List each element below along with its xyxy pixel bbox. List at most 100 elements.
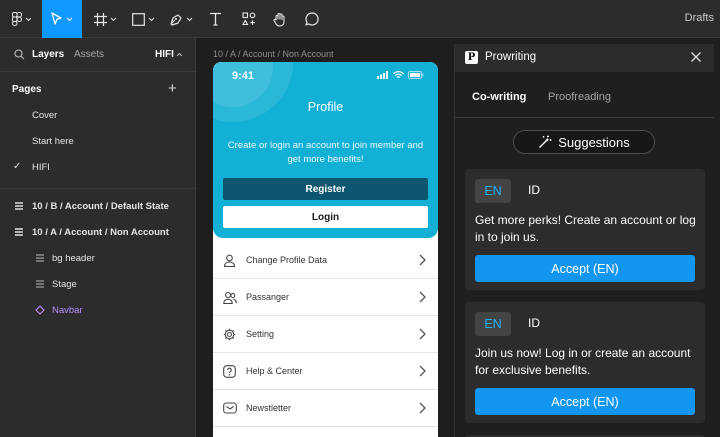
group-layer-icon <box>36 254 44 262</box>
suggestion-text: Get more perks! Create an account or log… <box>475 213 696 244</box>
frame-layer-icon <box>15 228 23 236</box>
lang-toggle-en[interactable]: EN <box>475 179 511 203</box>
shape-tool-icon <box>131 12 145 26</box>
resources-icon <box>242 12 256 26</box>
menu-item-label: Newstletter <box>246 403 292 413</box>
users-icon <box>223 291 237 304</box>
user-icon <box>223 254 236 267</box>
tab-layers[interactable]: Layers <box>32 49 64 60</box>
layer-item[interactable]: Navbar <box>52 305 83 316</box>
move-tool-button[interactable] <box>42 0 82 38</box>
phone-frame[interactable]: 9:41 Profile Create or login an account … <box>213 62 438 437</box>
chevron-down-icon <box>186 17 193 21</box>
layer-item[interactable]: bg header <box>52 253 95 264</box>
text-tool-icon <box>209 12 221 26</box>
suggestion-card: EN ID Get more perks! Create an account … <box>465 169 705 290</box>
register-button[interactable]: Register <box>223 178 428 200</box>
layer-item[interactable]: Stage <box>52 279 77 290</box>
status-icons <box>377 71 424 79</box>
suggestion-text: Join us now! Log in or create an account… <box>475 346 691 377</box>
help-icon <box>223 365 236 378</box>
tab-co-writing[interactable]: Co-writing <box>472 91 526 103</box>
pen-tool-icon <box>170 14 182 26</box>
lang-toggle-id[interactable]: ID <box>528 316 540 330</box>
subtitle: Create or login an account to join membe… <box>227 140 424 165</box>
suggestions-label: Suggestions <box>558 134 630 150</box>
chevron-down-icon <box>66 17 73 21</box>
suggestion-card: EN ID Join us now! Log in or create an a… <box>465 302 705 423</box>
page-select[interactable]: HIFI <box>155 49 174 60</box>
login-button[interactable]: Login <box>223 206 428 228</box>
chevron-right-icon <box>419 328 426 340</box>
comment-tool-button[interactable] <box>300 0 324 38</box>
lang-toggle-en[interactable]: EN <box>475 312 511 336</box>
menu-item-newsletter[interactable]: Newstletter <box>213 390 438 427</box>
frame-tool-button[interactable] <box>90 0 120 38</box>
layer-item[interactable]: 10 / A / Account / Non Account <box>32 227 169 238</box>
chevron-right-icon <box>419 365 426 377</box>
signal-icon <box>377 71 388 79</box>
plugin-tabs: Co-writing Proofreading <box>455 72 714 118</box>
figma-menu-button[interactable] <box>6 0 38 38</box>
prowriting-plugin-panel: P Prowriting Co-writing Proofreading Sug… <box>454 44 714 437</box>
page-item-cover[interactable]: Cover <box>32 110 57 121</box>
chevron-right-icon <box>419 254 426 266</box>
page-title: Profile <box>307 100 344 114</box>
layers-panel: Layers Assets HIFI Pages + Cover Start h… <box>0 38 196 437</box>
chevron-up-icon[interactable] <box>176 52 183 57</box>
accept-button[interactable]: Accept (EN) <box>475 388 695 415</box>
gear-icon <box>223 328 236 341</box>
menu-item-label: Change Profile Data <box>246 255 328 265</box>
divider <box>0 188 195 189</box>
menu-item-passanger[interactable]: Passanger <box>213 279 438 316</box>
prowriting-logo: P <box>465 51 478 64</box>
accept-button[interactable]: Accept (EN) <box>475 255 695 282</box>
pen-tool-button[interactable] <box>166 0 196 38</box>
chevron-right-icon <box>419 402 426 414</box>
chevron-down-icon <box>110 17 116 21</box>
mail-icon <box>223 402 237 414</box>
menu-item-change-profile[interactable]: Change Profile Data <box>213 242 438 279</box>
drafts-label[interactable]: Drafts <box>685 12 714 24</box>
close-icon[interactable] <box>690 51 702 63</box>
menu-item-label: Setting <box>246 329 275 339</box>
text-tool-button[interactable] <box>204 0 226 38</box>
canvas[interactable]: 10 / A / Account / Non Account 9:41 Prof… <box>196 38 454 437</box>
chevron-down-icon <box>25 17 32 21</box>
wifi-icon <box>393 71 404 78</box>
phone-header: 9:41 Profile Create or login an account … <box>213 62 438 238</box>
group-layer-icon <box>36 280 44 288</box>
page-item-start-here[interactable]: Start here <box>32 136 74 147</box>
hand-tool-icon <box>273 12 285 27</box>
panel-tabs: Layers Assets HIFI <box>0 38 195 72</box>
menu-item-help[interactable]: Help & Center <box>213 353 438 390</box>
plugin-header: P Prowriting <box>455 44 714 72</box>
magic-wand-icon <box>539 135 552 148</box>
menu-item-setting[interactable]: Setting <box>213 316 438 353</box>
figma-menu-icon <box>12 12 22 26</box>
chevron-down-icon <box>148 17 154 21</box>
menu-item-label: Help & Center <box>246 366 303 376</box>
tab-assets[interactable]: Assets <box>74 49 104 60</box>
chevron-right-icon <box>419 291 426 303</box>
move-tool-icon <box>51 12 62 25</box>
search-icon[interactable] <box>14 49 25 60</box>
suggestions-button[interactable]: Suggestions <box>513 130 655 154</box>
status-time: 9:41 <box>232 70 255 82</box>
menu-item-label: Passanger <box>246 292 290 302</box>
resources-button[interactable] <box>238 0 260 38</box>
plugin-title: Prowriting <box>485 51 537 63</box>
tab-proofreading[interactable]: Proofreading <box>548 91 611 103</box>
checkmark-icon: ✓ <box>13 161 22 172</box>
page-item-hifi[interactable]: HIFI <box>32 162 50 173</box>
hand-tool-button[interactable] <box>268 0 292 38</box>
frame-tool-icon <box>93 12 107 26</box>
add-page-button[interactable]: + <box>168 80 177 97</box>
frame-label[interactable]: 10 / A / Account / Non Account <box>213 49 334 59</box>
pages-title: Pages <box>12 84 42 95</box>
frame-layer-icon <box>15 202 23 210</box>
lang-toggle-id[interactable]: ID <box>528 183 540 197</box>
toolbar: Drafts <box>0 0 720 38</box>
shape-tool-button[interactable] <box>128 0 158 38</box>
layer-item[interactable]: 10 / B / Account / Default State <box>32 201 169 212</box>
